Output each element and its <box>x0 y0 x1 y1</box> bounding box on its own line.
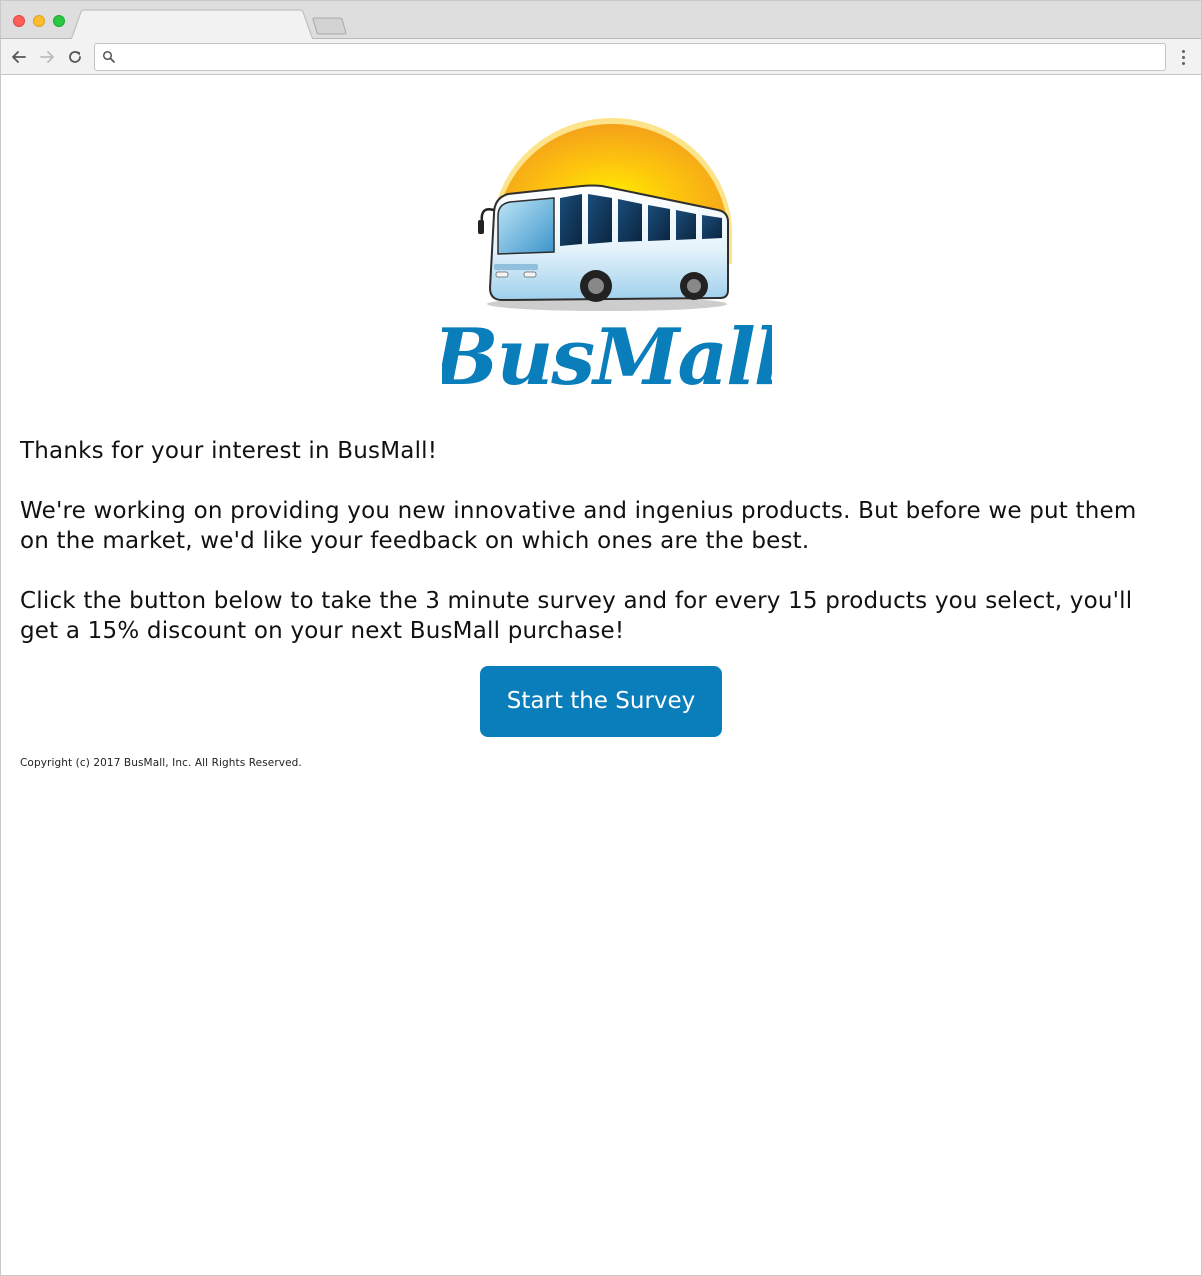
address-input[interactable] <box>123 46 1153 68</box>
paragraph-products: We're working on providing you new innov… <box>20 498 1137 554</box>
search-icon <box>102 50 115 63</box>
reload-button[interactable] <box>65 47 85 67</box>
back-button[interactable] <box>9 47 29 67</box>
start-survey-button[interactable]: Start the Survey <box>480 666 722 737</box>
browser-tab-active[interactable] <box>70 9 319 41</box>
intro-text: Thanks for your interest in BusMall! <box>20 438 438 464</box>
close-window-button[interactable] <box>13 15 25 27</box>
reload-icon <box>69 51 81 63</box>
browser-toolbar <box>1 39 1201 75</box>
browser-window: BusMall Thanks for your interest in BusM… <box>0 0 1202 1276</box>
page-viewport: BusMall Thanks for your interest in BusM… <box>2 76 1200 1275</box>
tab-strip <box>1 1 1201 41</box>
forward-button[interactable] <box>37 47 57 67</box>
address-bar[interactable] <box>94 43 1166 71</box>
minimize-window-button[interactable] <box>33 15 45 27</box>
busmall-logo: BusMall <box>442 118 772 394</box>
cta-wrapper: Start the Survey <box>2 666 1200 737</box>
arrow-left-icon <box>12 51 26 63</box>
bus-icon <box>478 184 729 311</box>
paragraph-survey: Click the button below to take the 3 min… <box>20 588 1133 644</box>
intro-content: Thanks for your interest in BusMall! We'… <box>20 436 1170 676</box>
copyright-text: Copyright (c) 2017 BusMall, Inc. All Rig… <box>20 757 302 769</box>
browser-menu-button[interactable] <box>1175 47 1191 67</box>
new-tab-button[interactable] <box>311 16 349 36</box>
maximize-window-button[interactable] <box>53 15 65 27</box>
kebab-menu-icon <box>1181 49 1185 53</box>
arrow-right-icon <box>40 51 54 63</box>
brand-wordmark: BusMall <box>442 312 772 394</box>
